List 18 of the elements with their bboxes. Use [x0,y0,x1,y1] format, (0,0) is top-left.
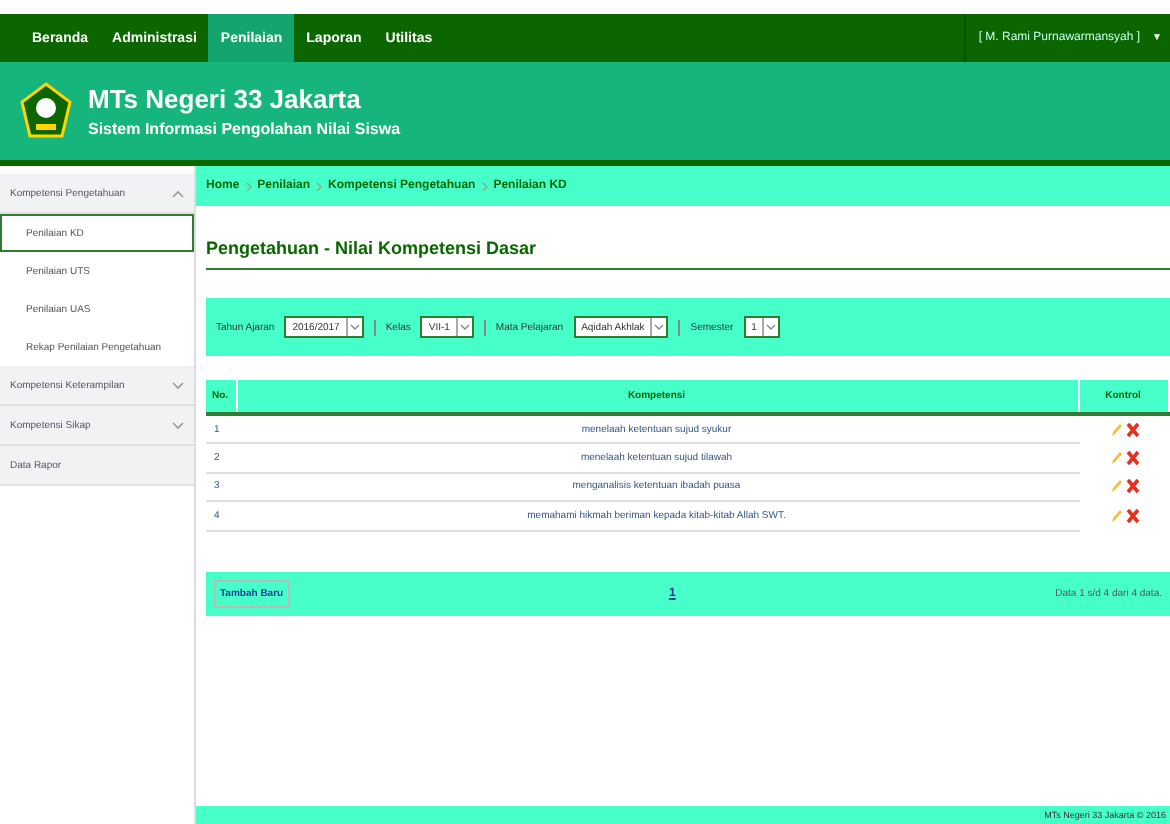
chevron-down-icon [172,381,184,389]
delete-icon[interactable] [1125,449,1139,466]
chevron-down-icon [766,324,777,330]
chevron-down-icon [459,324,470,330]
chevron-down-icon [172,421,184,429]
chevron-down-icon [349,324,360,330]
chevron-right-icon [316,181,323,191]
delete-icon[interactable] [1125,507,1139,524]
chevron-down-icon [654,324,665,330]
chevron-right-icon [245,181,252,191]
delete-icon[interactable] [1125,478,1139,495]
delete-icon[interactable] [1125,421,1139,438]
page-title: Pengetahuan - Nilai Kompetensi Dasar [206,238,1170,270]
site-subtitle: Sistem Informasi Pengolahan Nilai Siswa [88,120,401,138]
emblem-icon [20,81,72,141]
chevron-up-icon [172,189,184,197]
chevron-right-icon [481,181,488,191]
site-title: MTs Negeri 33 Jakarta [88,84,363,114]
